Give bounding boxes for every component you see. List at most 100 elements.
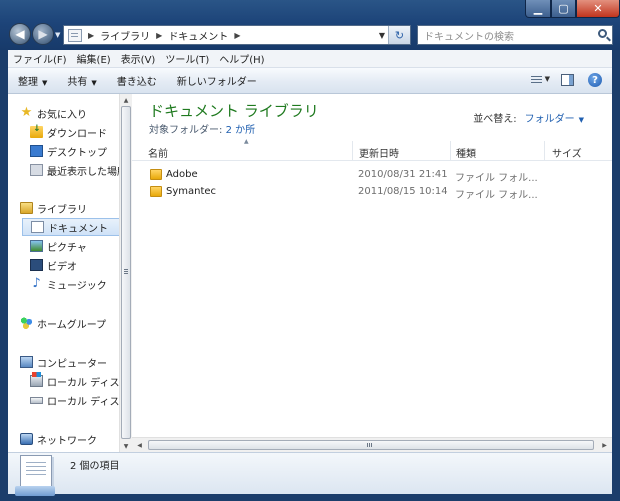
scroll-right-icon[interactable]: ▶ [597, 438, 612, 452]
nav-downloads[interactable]: ダウンロード [30, 123, 131, 141]
recent-places-icon [30, 164, 43, 176]
navigation-scrollbar[interactable]: ▲ ▼ [119, 94, 132, 452]
nav-local-disk-c[interactable]: ローカル ディスク [30, 372, 131, 390]
forward-button[interactable]: ▶ [32, 23, 54, 45]
change-view-icon[interactable] [531, 76, 542, 85]
search-placeholder: ドキュメントの検索 [424, 31, 514, 43]
search-icon[interactable] [598, 29, 607, 38]
address-history-dropdown-icon[interactable]: ▼ [379, 31, 385, 40]
nav-libraries[interactable]: ライブラリ [20, 199, 131, 217]
nav-pictures[interactable]: ピクチャ [30, 237, 131, 255]
burn-button[interactable]: 書き込む [107, 73, 167, 88]
nav-label: デスクトップ [47, 147, 107, 159]
horizontal-scrollbar[interactable]: ◀ ▶ [132, 437, 612, 452]
refresh-icon[interactable]: ↻ [388, 26, 410, 44]
nav-computer[interactable]: コンピューター [20, 353, 131, 371]
column-modified[interactable]: 更新日時 [359, 145, 399, 160]
column-size[interactable]: サイズ [552, 145, 582, 160]
share-label: 共有 [67, 77, 88, 88]
command-bar: 整理 ▼ 共有 ▼ 書き込む 新しいフォルダー ▼ ? [8, 68, 612, 94]
arrange-by: 並べ替え: フォルダー ▼ [473, 110, 584, 125]
breadcrumb-libraries[interactable]: ライブラリ [100, 28, 150, 43]
network-icon [20, 433, 33, 445]
breadcrumb-documents[interactable]: ドキュメント [168, 28, 228, 43]
title-bar: ▁ ▢ ✕ ◀ ▶ ▼ ▶ ライブラリ ▶ ドキュメント ▶ ▼ ↻ ドキュメン… [0, 0, 620, 50]
nav-recent-places[interactable]: 最近表示した場所 [30, 161, 131, 179]
search-input[interactable]: ドキュメントの検索 [417, 25, 613, 45]
share-button[interactable]: 共有 ▼ [57, 73, 106, 88]
column-name[interactable]: 名前 [148, 145, 168, 160]
library-subtitle: 対象フォルダー: 2 か所 [149, 121, 255, 136]
file-list-pane: ドキュメント ライブラリ 対象フォルダー: 2 か所 並べ替え: フォルダー ▼ ▲… [132, 94, 612, 452]
chevron-down-icon[interactable]: ▼ [579, 116, 584, 124]
scroll-down-icon[interactable]: ▼ [120, 440, 132, 452]
homegroup-icon [20, 317, 33, 329]
window-controls: ▁ ▢ ✕ [525, 0, 620, 18]
minimize-button[interactable]: ▁ [525, 0, 551, 18]
scrollbar-thumb[interactable] [148, 440, 594, 450]
menu-file[interactable]: ファイル(F) [8, 51, 72, 66]
back-button[interactable]: ◀ [9, 23, 31, 45]
downloads-folder-icon [30, 124, 43, 138]
file-type: ファイル フォル... [455, 173, 538, 184]
maximize-button[interactable]: ▢ [551, 0, 576, 18]
item-count: 2 個の項目 [70, 461, 120, 472]
menu-help[interactable]: ヘルプ(H) [214, 51, 269, 66]
recent-pages-dropdown-icon[interactable]: ▼ [55, 31, 60, 39]
file-modified: 2011/08/15 10:14 [358, 186, 448, 197]
close-button[interactable]: ✕ [576, 0, 620, 18]
nav-label: お気に入り [37, 109, 87, 121]
menu-tools[interactable]: ツール(T) [160, 51, 214, 66]
file-modified: 2010/08/31 21:41 [358, 169, 448, 180]
nav-label: ピクチャ [47, 242, 87, 254]
column-headers: 名前 更新日時 種類 サイズ [132, 141, 612, 161]
scrollbar-thumb[interactable] [121, 106, 131, 439]
nav-music[interactable]: ♪ ミュージック [30, 275, 131, 293]
breadcrumb-chevron-icon[interactable]: ▶ [234, 31, 240, 40]
nav-label: ドキュメント [48, 223, 108, 235]
file-row[interactable]: Adobe 2010/08/31 21:41 ファイル フォル... [132, 167, 612, 184]
nav-favorites[interactable]: ★ お気に入り [20, 104, 131, 122]
chevron-down-icon: ▼ [42, 79, 48, 87]
library-title: ドキュメント ライブラリ [149, 102, 319, 120]
nav-local-disk-d[interactable]: ローカル ディスク [30, 391, 131, 409]
address-bar[interactable]: ▶ ライブラリ ▶ ドキュメント ▶ ▼ ↻ [63, 25, 411, 45]
file-name: Symantec [166, 186, 217, 197]
help-icon[interactable]: ? [588, 73, 602, 87]
organize-button[interactable]: 整理 ▼ [8, 73, 57, 88]
nav-homegroup[interactable]: ホームグループ [20, 314, 131, 332]
pictures-icon [30, 240, 43, 252]
scroll-up-icon[interactable]: ▲ [120, 94, 132, 106]
scroll-left-icon[interactable]: ◀ [132, 438, 147, 452]
nav-desktop[interactable]: デスクトップ [30, 142, 131, 160]
nav-network[interactable]: ネットワーク [20, 430, 131, 448]
preview-pane-icon[interactable] [561, 74, 574, 86]
nav-label: ネットワーク [37, 435, 97, 447]
nav-label: ローカル ディスク [47, 396, 130, 408]
column-type[interactable]: 種類 [456, 145, 476, 160]
desktop-icon [30, 145, 43, 157]
nav-videos[interactable]: ビデオ [30, 256, 131, 274]
breadcrumb-chevron-icon[interactable]: ▶ [156, 31, 162, 40]
disk-icon [30, 396, 43, 404]
chevron-down-icon: ▼ [91, 79, 97, 87]
nav-label: ミュージック [47, 280, 107, 292]
nav-label: ビデオ [47, 261, 77, 273]
menu-view[interactable]: 表示(V) [116, 51, 161, 66]
includes-label: 対象フォルダー: [149, 125, 223, 136]
folder-icon [150, 186, 162, 197]
menu-bar: ファイル(F) 編集(E) 表示(V) ツール(T) ヘルプ(H) [8, 50, 612, 68]
new-folder-button[interactable]: 新しいフォルダー [167, 73, 267, 88]
arrange-by-dropdown[interactable]: フォルダー [525, 114, 575, 125]
nav-label: 最近表示した場所 [47, 166, 127, 178]
computer-icon [20, 356, 33, 368]
nav-label: ローカル ディスク [47, 377, 130, 389]
file-row[interactable]: Symantec 2011/08/15 10:14 ファイル フォル... [132, 184, 612, 201]
menu-edit[interactable]: 編集(E) [72, 51, 116, 66]
nav-documents[interactable]: ドキュメント [22, 218, 120, 236]
star-icon: ★ [20, 105, 33, 120]
view-options-dropdown-icon[interactable]: ▼ [545, 75, 550, 83]
breadcrumb-chevron-icon[interactable]: ▶ [88, 31, 94, 40]
locations-link[interactable]: 2 か所 [226, 125, 256, 136]
file-name: Adobe [166, 169, 198, 180]
